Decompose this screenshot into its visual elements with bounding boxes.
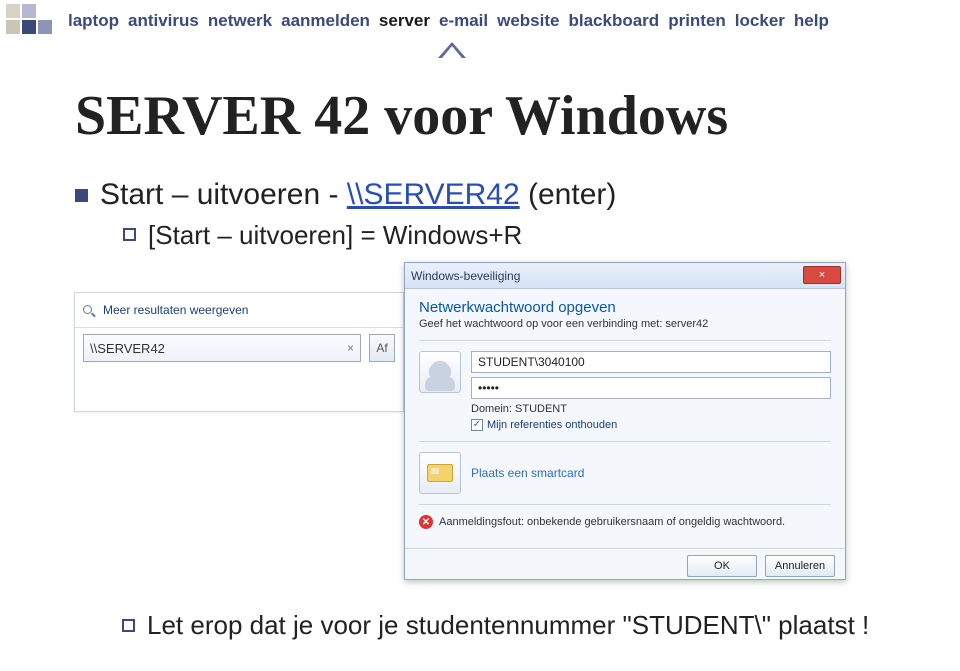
nav-item-help[interactable]: help [794,11,829,31]
logo-squares [6,4,52,34]
password-input[interactable]: ••••• [471,377,831,399]
nav-item-server[interactable]: server [379,11,430,31]
search-input-value: \\SERVER42 [90,341,165,356]
dialog-title-text: Windows-beveiliging [411,269,520,283]
bottom-bullet-text: Let erop dat je voor je studentennummer … [147,610,869,641]
magnifier-icon [83,305,96,318]
nav-item-laptop[interactable]: laptop [68,11,119,31]
bullet-1: Start – uitvoeren - \\SERVER42 (enter) [75,178,930,212]
outline-square-bullet-icon [123,228,136,241]
remember-label: Mijn referenties onthouden [487,419,617,431]
error-icon: ✕ [419,515,433,529]
bullet-list: Start – uitvoeren - \\SERVER42 (enter) [… [75,178,930,251]
bullet-1-text-post: (enter) [520,178,617,211]
dialog-titlebar: Windows-beveiliging × [405,263,845,289]
nav-item-netwerk[interactable]: netwerk [208,11,272,31]
outline-square-bullet-icon [122,619,135,632]
credentials-fields-row: STUDENT\3040100 ••••• Domein: STUDENT ✓ … [419,351,831,431]
start-menu-search-snippet: Meer resultaten weergeven \\SERVER42 × A… [74,292,404,412]
slide-title: SERVER 42 voor Windows [75,84,728,148]
checkbox-icon: ✓ [471,419,483,431]
smartcard-icon [419,452,461,494]
credentials-dialog: Windows-beveiliging × Netwerkwachtwoord … [404,262,846,580]
search-action-button[interactable]: Af [369,334,395,362]
ok-button[interactable]: OK [687,555,757,577]
nav-item-website[interactable]: website [497,11,559,31]
nav-item-e-mail[interactable]: e-mail [439,11,488,31]
close-icon: × [819,269,825,281]
close-button[interactable]: × [803,266,841,284]
bullet-2: [Start – uitvoeren] = Windows+R [123,220,930,251]
top-nav: laptop antivirus netwerk aanmelden server e-m… [68,6,950,36]
more-results-link[interactable]: Meer resultaten weergeven [75,299,403,323]
username-value: STUDENT\3040100 [478,355,585,369]
remember-credentials-checkbox[interactable]: ✓ Mijn referenties onthouden [471,419,831,431]
smartcard-label: Plaats een smartcard [471,466,584,480]
nav-item-printen[interactable]: printen [668,11,726,31]
dialog-heading: Netwerkwachtwoord opgeven [419,299,831,316]
nav-item-aanmelden[interactable]: aanmelden [281,11,370,31]
domain-label: Domein: STUDENT [471,403,831,415]
user-avatar-icon [419,351,461,393]
cancel-button[interactable]: Annuleren [765,555,835,577]
server42-link[interactable]: \\SERVER42 [347,178,520,211]
username-input[interactable]: STUDENT\3040100 [471,351,831,373]
nav-item-locker[interactable]: locker [735,11,785,31]
dialog-button-row: OK Annuleren [405,548,845,585]
smartcard-row[interactable]: Plaats een smartcard [419,452,831,494]
bullet-2-text: [Start – uitvoeren] = Windows+R [148,220,522,251]
password-value: ••••• [478,381,499,395]
nav-item-blackboard[interactable]: blackboard [568,11,659,31]
up-triangle-icon [438,42,466,58]
bottom-bullet: Let erop dat je voor je studentennummer … [122,610,869,641]
square-bullet-icon [75,189,88,202]
nav-item-antivirus[interactable]: antivirus [128,11,199,31]
error-text: Aanmeldingsfout: onbekende gebruikersnaa… [439,515,785,530]
search-input[interactable]: \\SERVER42 × [83,334,361,362]
error-row: ✕ Aanmeldingsfout: onbekende gebruikersn… [419,515,831,530]
dialog-subheading: Geef het wachtwoord op voor een verbindi… [419,318,831,330]
more-results-label: Meer resultaten weergeven [103,303,248,317]
bullet-1-text-pre: Start – uitvoeren - [100,178,347,211]
clear-search-icon[interactable]: × [347,341,354,355]
